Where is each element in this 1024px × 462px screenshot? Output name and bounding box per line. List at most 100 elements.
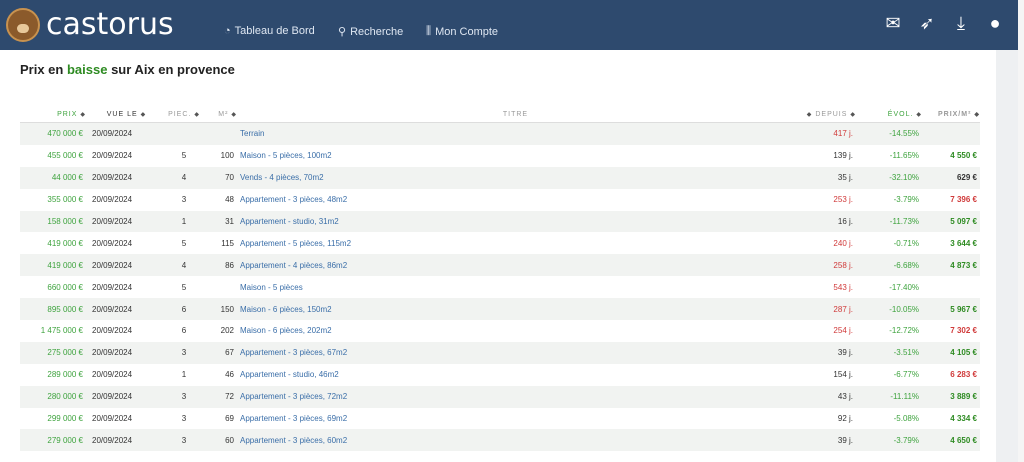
cell-depuis: 16 j.	[794, 210, 856, 233]
nav-dashboard[interactable]: ◔ Tableau de Bord	[224, 25, 315, 37]
col-m2[interactable]: M² ◆	[207, 106, 237, 123]
cell-depuis: 253 j.	[833, 195, 853, 205]
sliders-icon: ⫼	[426, 25, 432, 37]
cell-prix-m2: 4 334 €	[950, 414, 977, 424]
table-row[interactable]: 660 000 € 20/09/2024 5 Maison - 5 pièces 543…	[20, 276, 980, 298]
col-depuis[interactable]: ◆ DEPUIS ◆	[794, 106, 856, 123]
cell-titre-link[interactable]: Appartement - 3 pièces, 69m2	[237, 408, 794, 430]
table-row[interactable]: 299 000 € 20/09/2024 3 69 Appartement - 3 pi…	[20, 408, 980, 430]
cell-titre-link[interactable]: Maison - 5 pièces, 100m2	[237, 145, 794, 167]
page-title: Prix en baisse sur Aix en provence	[20, 62, 235, 77]
cell-titre-link[interactable]: Appartement - studio, 31m2	[237, 210, 794, 233]
cell-prix-m2	[922, 122, 980, 145]
cell-titre-link[interactable]: Appartement - 5 pièces, 115m2	[237, 232, 794, 254]
cell-titre-link[interactable]: Appartement - 3 pièces, 60m2	[237, 429, 794, 452]
cell-m2: 202	[220, 326, 234, 336]
download-icon[interactable]: ⤓	[950, 13, 972, 34]
cell-titre-link[interactable]: Appartement - 4 pièces, 86m2	[237, 254, 794, 277]
cell-piec: 5	[181, 151, 187, 161]
cell-titre-link[interactable]: Appartement - 3 pièces, 72m2	[237, 385, 794, 408]
cell-prix-m2: 4 105 €	[922, 341, 980, 364]
cell-depuis: 154 j.	[833, 370, 853, 380]
top-navbar: castorus ◔ Tableau de Bord ⚲ Recherche ⫼…	[0, 0, 1018, 50]
cell-prix: 275 000 €	[20, 341, 86, 364]
user-icon[interactable]: ●	[984, 13, 1006, 34]
table-row[interactable]: 470 000 €20/09/2024 Terrain 417 j. -14.55%	[20, 122, 980, 145]
cell-depuis: 39 j.	[794, 341, 856, 364]
table-row[interactable]: 279 000 €20/09/2024 3 60 Appartement - 3 pi…	[20, 429, 980, 452]
table-row[interactable]: 289 000 € 20/09/2024 1 46 Appartement - stud…	[20, 364, 980, 386]
table-row[interactable]: 1 475 000 € 20/09/2024 6 202 Maison - 6 pièc…	[20, 320, 980, 342]
cell-date: 20/09/2024	[92, 195, 133, 205]
cell-prix-m2: 4 650 €	[922, 429, 980, 452]
cell-titre-link[interactable]: Appartement - 3 pièces, 48m2	[237, 189, 794, 211]
table-row[interactable]: 419 000 €20/09/2024 4 86 Appartement - 4 pi…	[20, 254, 980, 277]
cell-date: 20/09/2024	[92, 370, 133, 380]
cell-piec: 3	[161, 429, 207, 452]
cell-m2: 60	[207, 429, 237, 452]
cell-titre-link[interactable]: Appartement - 3 pièces, 67m2	[237, 341, 794, 364]
logo[interactable]: castorus	[6, 7, 174, 42]
rocket-icon[interactable]: ➶	[916, 13, 938, 34]
cell-m2: 115	[221, 238, 234, 248]
cell-prix: 419 000 €	[20, 254, 86, 277]
cell-evol: -12.72%	[889, 326, 919, 336]
cell-depuis: 287 j.	[794, 298, 856, 321]
cell-prix: 470 000 €	[20, 122, 86, 145]
cell-date: 20/09/2024	[92, 151, 133, 161]
table-row[interactable]: 419 000 € 20/09/2024 5 115 Appartement - 5 p…	[20, 232, 980, 254]
cell-evol: -10.05%	[856, 298, 922, 321]
cell-evol: -3.79%	[856, 429, 922, 452]
cell-titre-link[interactable]: Maison - 6 pièces, 202m2	[237, 320, 794, 342]
cell-evol: -5.08%	[893, 414, 919, 424]
cell-titre-link[interactable]: Terrain	[237, 122, 794, 145]
cell-m2: 46	[225, 370, 234, 380]
cell-piec: 3	[181, 195, 187, 205]
cell-titre-link[interactable]: Appartement - studio, 46m2	[237, 364, 794, 386]
table-row[interactable]: 895 000 €20/09/2024 6 150 Maison - 6 pièces…	[20, 298, 980, 321]
cell-prix-m2: 629 €	[922, 166, 980, 189]
envelope-icon[interactable]: ✉	[882, 13, 904, 34]
col-piec[interactable]: PIEC. ◆	[161, 106, 207, 123]
nav-dashboard-label: Tableau de Bord	[234, 25, 315, 37]
col-evol[interactable]: ÉVOL. ◆	[856, 106, 922, 123]
title-prefix: Prix en	[20, 62, 67, 77]
dashboard-icon: ◔	[224, 25, 231, 37]
col-prix[interactable]: PRIX ◆	[20, 106, 86, 123]
table-row[interactable]: 280 000 €20/09/2024 3 72 Appartement - 3 pi…	[20, 385, 980, 408]
cell-depuis: 39 j.	[794, 429, 856, 452]
cell-titre-link[interactable]: Maison - 6 pièces, 150m2	[237, 298, 794, 321]
title-suffix: sur Aix en provence	[107, 62, 235, 77]
nav-search[interactable]: ⚲ Recherche	[338, 25, 404, 39]
cell-prix-m2: 4 873 €	[922, 254, 980, 277]
nav-account-label: Mon Compte	[435, 25, 499, 38]
cell-piec: 4	[161, 166, 207, 189]
cell-titre-link[interactable]: Vends - 4 pièces, 70m2	[237, 166, 794, 189]
col-prix-m2[interactable]: PRIX/M² ◆	[922, 106, 980, 123]
right-panel	[996, 50, 1018, 462]
col-vue-le[interactable]: VUE LE ◆	[86, 106, 161, 123]
cell-prix: 289 000 €	[47, 370, 83, 380]
cell-date: 20/09/2024	[86, 122, 161, 145]
cell-evol: -3.79%	[893, 195, 919, 205]
cell-titre-link[interactable]: Maison - 5 pièces	[237, 276, 794, 298]
nav-search-label: Recherche	[350, 25, 404, 38]
col-titre[interactable]: TITRE	[237, 106, 794, 123]
window-edge	[1018, 0, 1024, 462]
table-row[interactable]: 455 000 € 20/09/2024 5 100 Maison - 5 pièces…	[20, 145, 980, 167]
cell-prix: 280 000 €	[20, 385, 86, 408]
table-row[interactable]: 275 000 €20/09/2024 3 67 Appartement - 3 pi…	[20, 341, 980, 364]
cell-piec: 3	[161, 341, 207, 364]
table-row[interactable]: 355 000 € 20/09/2024 3 48 Appartement - 3 pi…	[20, 189, 980, 211]
cell-date: 20/09/2024	[86, 298, 161, 321]
table-row[interactable]: 44 000 €20/09/2024 4 70 Vends - 4 pièces, 7…	[20, 166, 980, 189]
cell-prix: 455 000 €	[47, 151, 83, 161]
cell-m2: 70	[207, 166, 237, 189]
cell-piec: 1	[161, 210, 207, 233]
cell-depuis: 417 j.	[794, 122, 856, 145]
nav-account[interactable]: ⫼ Mon Compte	[426, 25, 498, 38]
cell-date: 20/09/2024	[92, 282, 133, 292]
cell-evol: -17.40%	[889, 282, 919, 292]
table-row[interactable]: 158 000 €20/09/2024 1 31 Appartement - stud…	[20, 210, 980, 233]
cell-prix: 895 000 €	[20, 298, 86, 321]
